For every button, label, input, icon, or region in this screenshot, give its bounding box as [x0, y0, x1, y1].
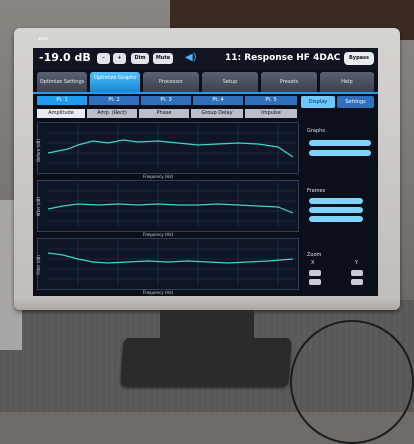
plot-y-label: Filter (dB): [36, 255, 41, 275]
graphs-toggle-2[interactable]: [309, 150, 371, 156]
tab-point-2[interactable]: Pt. 2: [89, 96, 139, 105]
header-bar: -19.0 dB – + Dim Mute ◀) 11: Response HF…: [33, 48, 378, 70]
monitor-brand-logo: ▪▪▪: [38, 36, 49, 42]
zoom-x-label: X: [311, 260, 315, 266]
tab-display[interactable]: Display: [301, 96, 335, 108]
preset-name: 11: Response HF 4DAC: [225, 53, 341, 63]
filter-plot[interactable]: Filter (dB) Frequency (Hz): [36, 238, 299, 295]
tab-amp-rect[interactable]: Amp. (Rect): [87, 109, 137, 118]
tab-processor[interactable]: Processor: [143, 72, 199, 92]
app-screen: -19.0 dB – + Dim Mute ◀) 11: Response HF…: [33, 48, 378, 296]
before-plot[interactable]: Before (dB) Frequency (Hz): [36, 122, 299, 179]
tab-presets[interactable]: Presets: [261, 72, 317, 92]
tab-setup[interactable]: Setup: [202, 72, 258, 92]
plot-x-label: Frequency (Hz): [143, 174, 174, 179]
zoom-title: Zoom: [307, 252, 322, 258]
frames-title: Frames: [307, 188, 326, 194]
after-graph: [47, 183, 296, 227]
graphs-toggle-1[interactable]: [309, 140, 371, 146]
graphs-title: Graphs: [307, 128, 325, 134]
dim-button[interactable]: Dim: [131, 53, 149, 64]
volume-level: -19.0 dB: [39, 51, 91, 64]
tab-underline: [33, 92, 378, 94]
zoom-y-label: Y: [355, 260, 359, 266]
zoom-y-out-button[interactable]: [351, 279, 363, 285]
tab-settings[interactable]: Settings: [337, 96, 374, 108]
before-graph: [47, 125, 296, 169]
plot-x-label: Frequency (Hz): [143, 232, 174, 237]
filter-trace: [47, 252, 294, 264]
tab-amplitude[interactable]: Amplitude: [37, 109, 85, 118]
tab-phase[interactable]: Phase: [139, 109, 189, 118]
volume-up-button[interactable]: +: [113, 53, 126, 64]
bypass-button[interactable]: Bypass: [344, 52, 374, 65]
frame-filter-toggle[interactable]: [309, 216, 363, 222]
plot-y-label: After (dB): [36, 197, 41, 217]
monitor-bottom-bezel: [14, 296, 400, 310]
zoom-y-in-button[interactable]: [351, 270, 363, 276]
speaker-icon[interactable]: ◀): [185, 52, 197, 63]
tab-group-delay[interactable]: Group Delay: [191, 109, 243, 118]
filter-graph: [47, 241, 296, 285]
mute-button[interactable]: Mute: [153, 53, 173, 64]
tab-help[interactable]: Help: [320, 72, 374, 92]
monitor-base: [120, 338, 292, 386]
main-tabs: Optimize Settings Optimize Graphs Proces…: [33, 72, 378, 92]
after-trace: [47, 203, 294, 214]
plot-x-label: Frequency (Hz): [143, 290, 174, 295]
tab-point-3[interactable]: Pt. 3: [141, 96, 191, 105]
tab-point-4[interactable]: Pt. 4: [193, 96, 243, 105]
tab-point-1[interactable]: Pt. 1: [37, 96, 87, 105]
frame-before-toggle[interactable]: [309, 198, 363, 204]
tab-optimize-graphs[interactable]: Optimize Graphs: [90, 72, 140, 92]
tab-optimize-settings[interactable]: Optimize Settings: [37, 72, 87, 92]
cable: [290, 320, 414, 444]
plot-y-label: Before (dB): [36, 139, 41, 162]
tab-impulse[interactable]: Impulse: [245, 109, 297, 118]
volume-down-button[interactable]: –: [97, 53, 110, 64]
frame-after-toggle[interactable]: [309, 207, 363, 213]
tab-point-5[interactable]: Pt. 5: [245, 96, 297, 105]
after-plot[interactable]: After (dB) Frequency (Hz): [36, 180, 299, 237]
zoom-x-out-button[interactable]: [309, 279, 321, 285]
zoom-x-in-button[interactable]: [309, 270, 321, 276]
before-trace: [47, 139, 294, 158]
